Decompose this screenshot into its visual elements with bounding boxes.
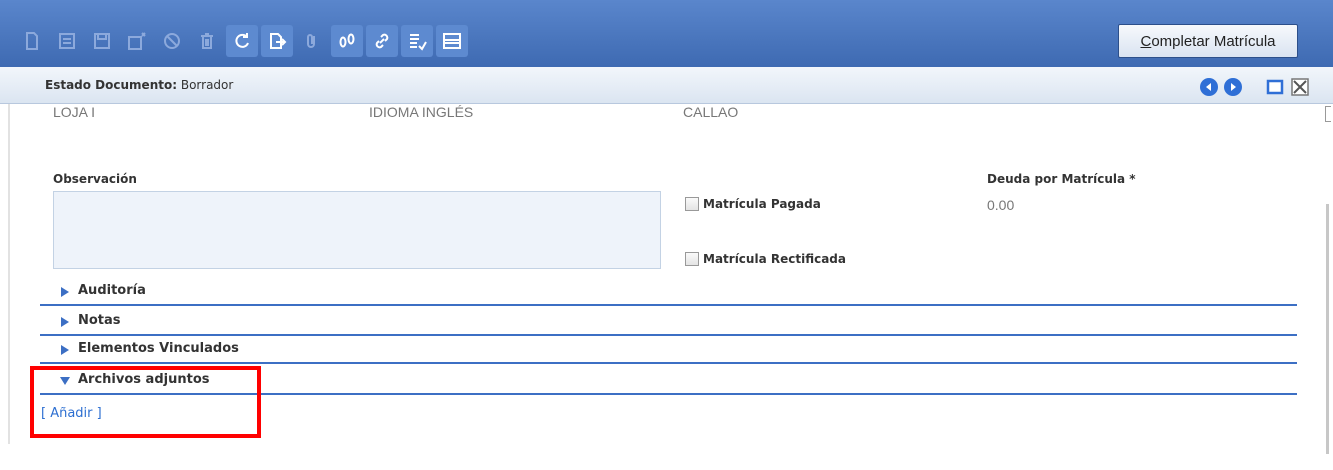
left-border — [8, 104, 10, 444]
save-close-icon — [128, 32, 146, 50]
highlight-box — [30, 366, 261, 438]
chevron-right-icon — [1231, 83, 1236, 91]
status-value: Borrador — [180, 78, 234, 92]
paid-checkbox-row[interactable]: Matrícula Pagada — [685, 197, 821, 211]
scrollbar-marker — [1325, 106, 1331, 122]
observation-field[interactable] — [53, 191, 661, 269]
rectified-checkbox[interactable] — [685, 252, 699, 266]
section-elementos-vinculados[interactable]: Elementos Vinculados — [40, 332, 1297, 364]
maximize-icon[interactable] — [1266, 78, 1284, 96]
status-bar: Estado Documento: Borrador — [0, 67, 1333, 104]
new-document-icon — [26, 32, 38, 50]
link-button[interactable] — [366, 25, 398, 57]
delete-button[interactable] — [191, 25, 223, 57]
chevron-left-icon — [1206, 83, 1211, 91]
refresh-button[interactable] — [226, 25, 258, 57]
refresh-icon — [235, 33, 249, 48]
export-button[interactable] — [261, 25, 293, 57]
expand-arrow-icon — [61, 287, 69, 297]
scrollbar[interactable] — [1326, 204, 1329, 454]
checklist-button[interactable] — [401, 25, 433, 57]
save-close-button[interactable] — [121, 25, 153, 57]
export-icon — [270, 33, 287, 49]
close-icon[interactable] — [1291, 78, 1309, 96]
rectified-label: Matrícula Rectificada — [703, 252, 846, 266]
expand-arrow-icon — [61, 317, 69, 327]
footprints-button[interactable] — [331, 25, 363, 57]
debt-value: 0.00 — [987, 197, 1015, 213]
record-field-2: IDIOMA INGLÉS — [369, 104, 474, 120]
paid-checkbox[interactable] — [685, 197, 699, 211]
cancel-icon — [164, 33, 180, 49]
rectified-checkbox-row[interactable]: Matrícula Rectificada — [685, 252, 846, 266]
delete-icon — [201, 33, 213, 49]
save-button[interactable] — [86, 25, 118, 57]
toolbar: Completar Matrícula — [0, 0, 1333, 67]
section-label: Auditoría — [78, 283, 146, 298]
paid-label: Matrícula Pagada — [703, 197, 821, 211]
section-auditoria[interactable]: Auditoría — [40, 274, 1297, 306]
record-field-3: CALLAO — [683, 104, 739, 120]
observation-label: Observación — [53, 172, 137, 186]
complete-button-accel: C — [1140, 32, 1152, 50]
document-status: Estado Documento: Borrador — [45, 78, 233, 92]
section-label: Notas — [78, 313, 121, 328]
new-document-button[interactable] — [16, 25, 48, 57]
toolbar-icons — [16, 25, 471, 57]
next-record-button[interactable] — [1224, 78, 1242, 96]
complete-button-label: ompletar Matrícula — [1151, 32, 1276, 50]
status-label: Estado Documento: — [45, 78, 178, 92]
cancel-button[interactable] — [156, 25, 188, 57]
attachment-button[interactable] — [296, 25, 328, 57]
layout-icon — [443, 33, 461, 49]
layout-button[interactable] — [436, 25, 468, 57]
checklist-icon — [410, 34, 427, 51]
link-icon — [375, 33, 389, 49]
section-label: Elementos Vinculados — [78, 341, 239, 356]
previous-record-button[interactable] — [1200, 78, 1218, 96]
attachment-icon — [307, 34, 315, 48]
complete-enrollment-button[interactable]: Completar Matrícula — [1118, 24, 1298, 58]
expand-arrow-icon — [61, 345, 69, 355]
save-icon — [94, 33, 110, 49]
copy-record-button[interactable] — [51, 25, 83, 57]
footprints-icon — [339, 33, 355, 48]
copy-record-icon — [59, 33, 75, 49]
debt-label: Deuda por Matrícula * — [987, 172, 1136, 186]
form-content: LOJA I IDIOMA INGLÉS CALLAO Observación … — [0, 104, 1333, 470]
record-field-1: LOJA I — [53, 104, 96, 120]
